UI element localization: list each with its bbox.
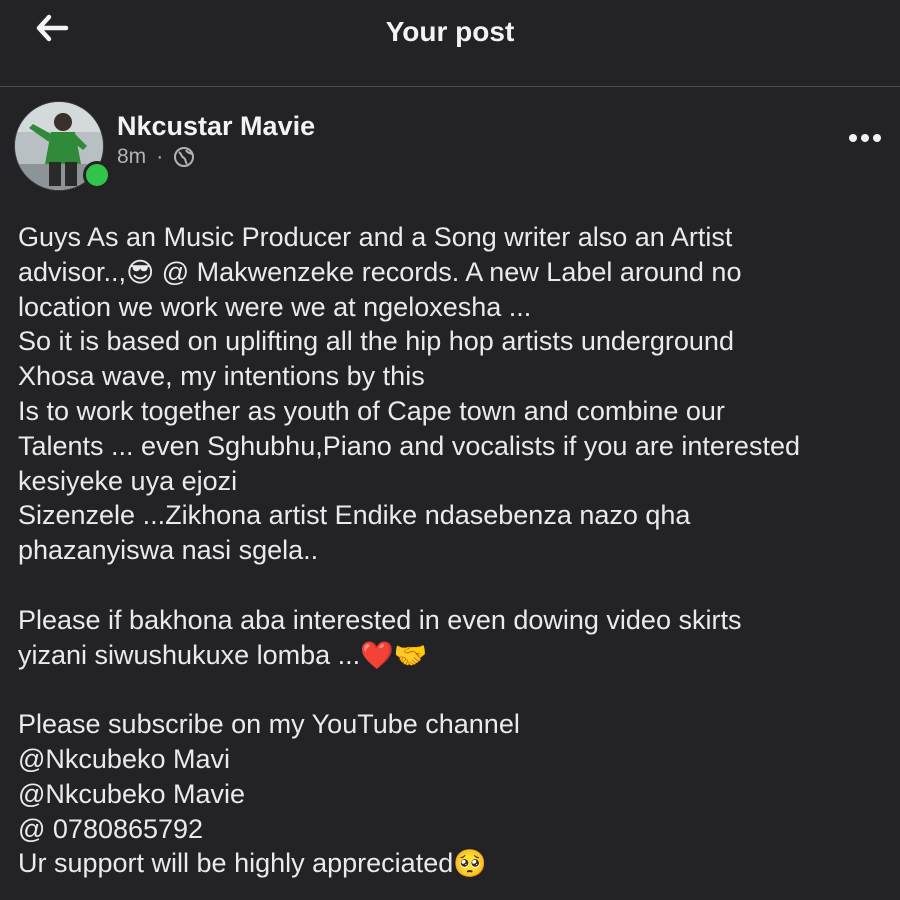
post-text-line: Xhosa wave, my intentions by this [18, 359, 888, 394]
post-text-segment: @ Makwenzeke records. A new Label around… [154, 256, 742, 287]
more-options-button[interactable] [842, 125, 888, 151]
post-text-line: yizani siwushukuxe lomba ...❤️🤝 [18, 638, 888, 673]
post-text-segment: Talents ... even Sghubhu,Piano and vocal… [18, 430, 800, 461]
post-text-line: kesiyeke uya ejozi [18, 464, 888, 499]
online-status-indicator [83, 161, 111, 189]
globe-icon[interactable] [173, 146, 195, 168]
post-text-segment: phazanyiswa nasi sgela.. [18, 535, 319, 566]
post-header: Nkcustar Mavie 8m · [0, 87, 900, 197]
post-time[interactable]: 8m [117, 145, 146, 169]
post-text-line: Is to work together as youth of Cape tow… [18, 394, 888, 429]
post-text-line [18, 568, 888, 603]
post-text-line: So it is based on uplifting all the hip … [18, 324, 888, 359]
post-text-segment: Is to work together as youth of Cape tow… [18, 395, 725, 426]
post-text-segment: @Nkcubeko Mavie [18, 778, 245, 809]
post-text-segment: Please subscribe on my YouTube channel [18, 709, 520, 740]
post-text-line [18, 672, 888, 707]
post-text-segment: Please if bakhona aba interested in even… [18, 604, 742, 635]
post-text-line: Guys As an Music Producer and a Song wri… [18, 220, 888, 255]
page-title: Your post [385, 16, 515, 47]
post-text-segment: @Nkcubeko Mavi [18, 743, 230, 774]
post-text-segment: advisor.., [18, 256, 127, 287]
more-horizontal-icon [849, 134, 881, 142]
post-text-segment: So it is based on uplifting all the hip … [18, 326, 734, 357]
post-text-segment: yizani siwushukuxe lomba ... [18, 639, 361, 670]
post-text-line: location we work were we at ngeloxesha .… [18, 290, 888, 325]
post-text-line: Sizenzele ...Zikhona artist Endike ndase… [18, 498, 888, 533]
author-name[interactable]: Nkcustar Mavie [117, 111, 315, 142]
post-text-segment: kesiyeke uya ejozi [18, 465, 238, 496]
post-text-segment: Xhosa wave, my intentions by this [18, 361, 425, 392]
post-text-segment: Sizenzele ...Zikhona artist Endike ndase… [18, 500, 691, 531]
post-text-segment: location we work were we at ngeloxesha .… [18, 291, 532, 322]
post-meta: 8m · [117, 145, 195, 169]
emoji: 🥺 [453, 848, 487, 880]
emoji: 😎 [126, 257, 155, 289]
post-text-line: @ 0780865792 [18, 812, 888, 847]
post-text-segment: Ur support will be highly appreciated [18, 848, 454, 879]
post-text-line: @Nkcubeko Mavie [18, 777, 888, 812]
post-text-segment: Guys As an Music Producer and a Song wri… [18, 222, 733, 252]
post-text-line: Talents ... even Sghubhu,Piano and vocal… [18, 429, 888, 464]
post-text: Guys As an Music Producer and a Song wri… [18, 220, 888, 881]
emoji: ❤️🤝 [360, 640, 428, 672]
post-text-line: @Nkcubeko Mavi [18, 742, 888, 777]
post-text-line: Please subscribe on my YouTube channel [18, 707, 888, 742]
post-text-line: Please if bakhona aba interested in even… [18, 603, 888, 638]
meta-separator: · [156, 145, 164, 168]
post-text-line: phazanyiswa nasi sgela.. [18, 533, 888, 568]
post-text-line: advisor..,😎 @ Makwenzeke records. A new … [18, 255, 888, 290]
post-text-segment: @ 0780865792 [18, 813, 204, 844]
post-text-line: Ur support will be highly appreciated🥺 [18, 846, 888, 881]
top-bar: Your post [0, 0, 900, 87]
